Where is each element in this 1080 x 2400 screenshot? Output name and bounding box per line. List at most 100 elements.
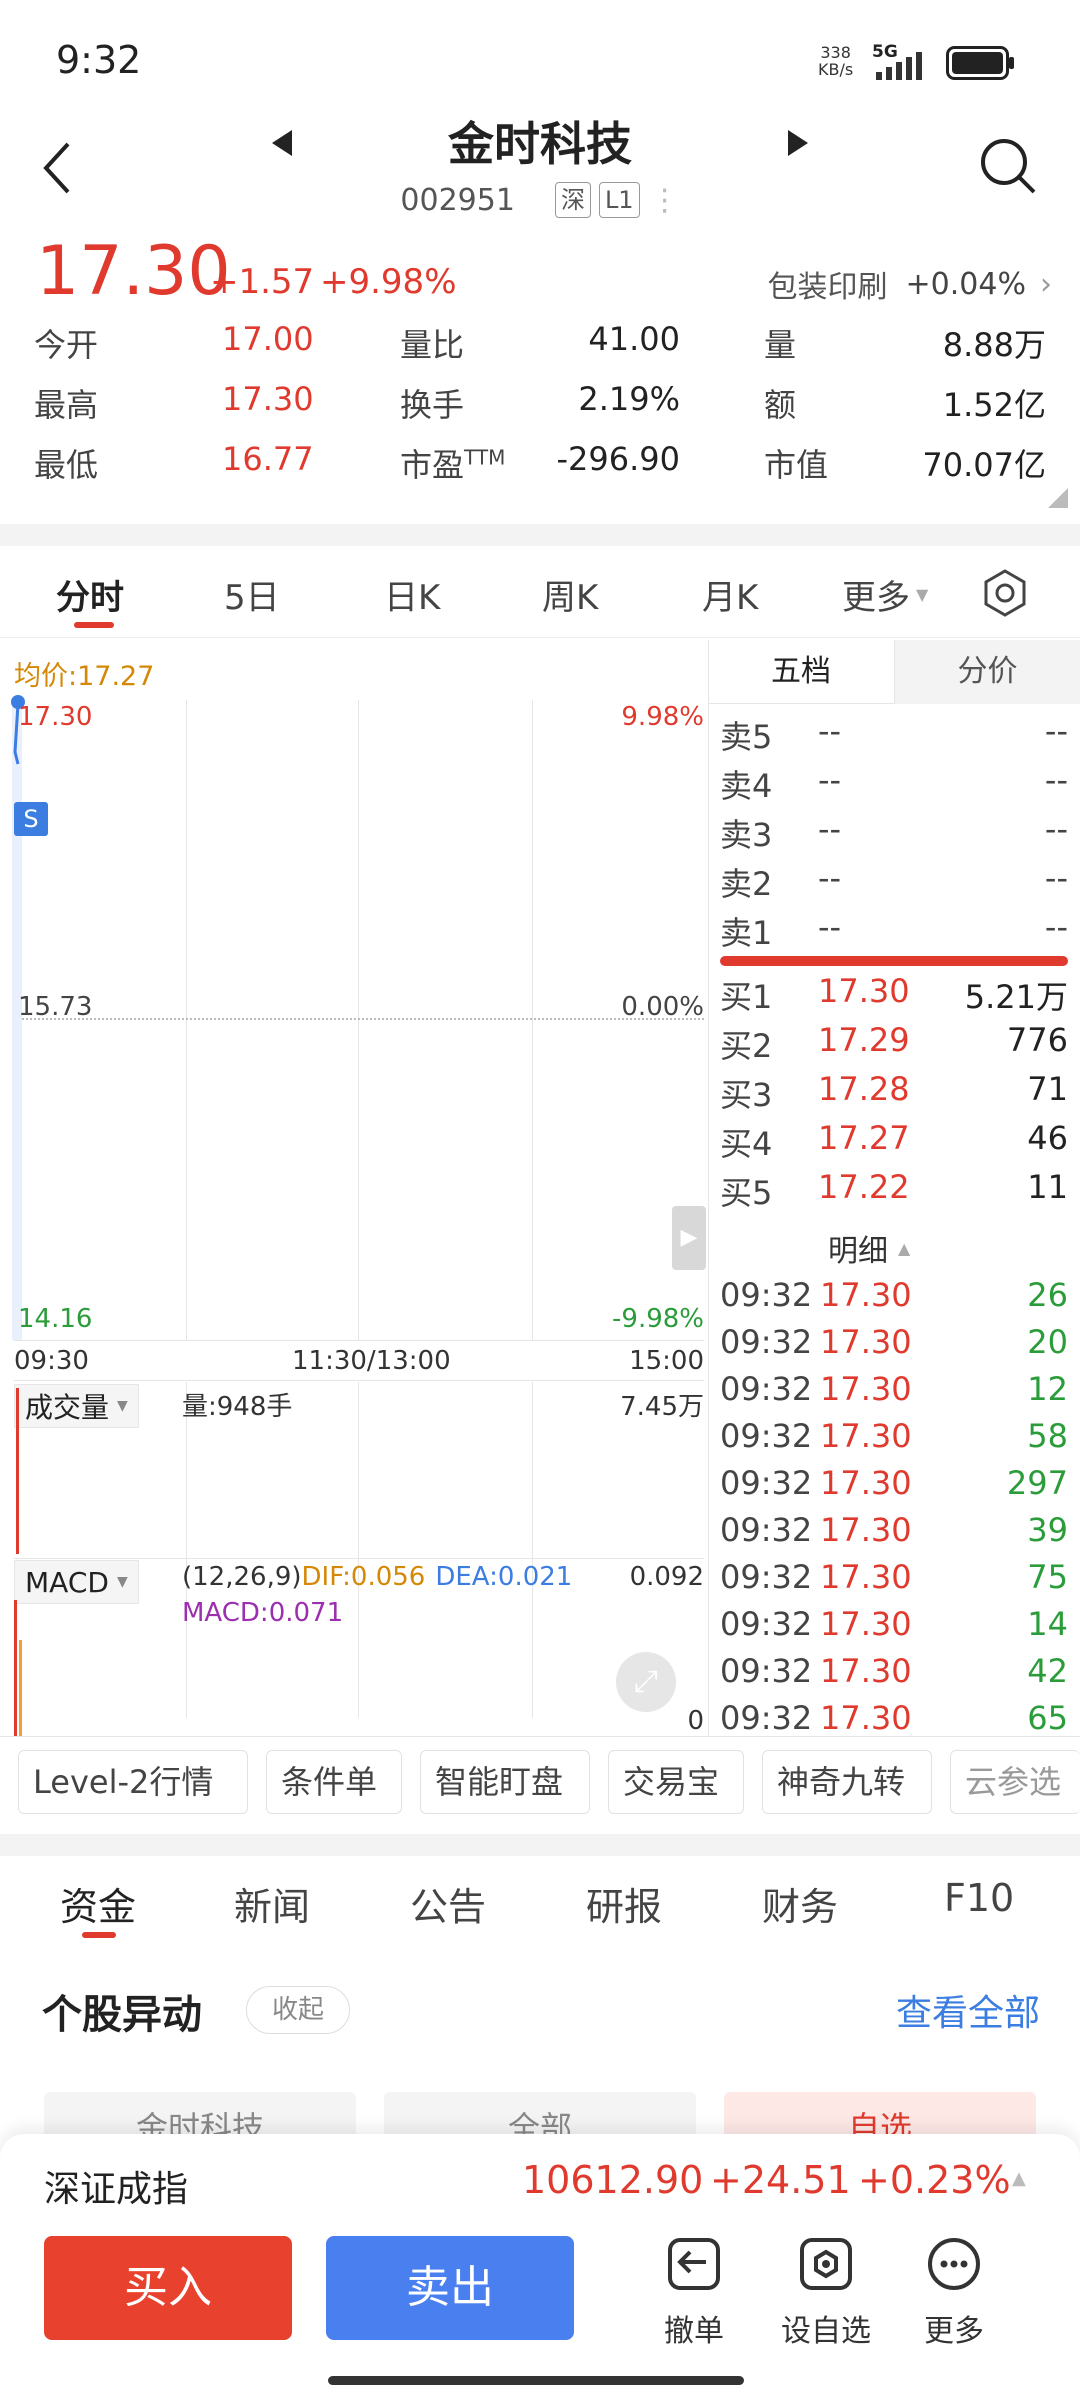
stat-label-turnover: 换手	[400, 386, 465, 424]
subtab-announcements[interactable]: 公告	[410, 1876, 486, 1931]
ask-row-volume: --	[1044, 908, 1068, 946]
collapse-panel-icon[interactable]: ▶	[672, 1206, 706, 1270]
volume-indicator-select[interactable]: 成交量 ▼	[14, 1384, 139, 1428]
intraday-chart[interactable]: S 均价:17.27 17.30 9.98% 15.73 0.00% 14.16…	[0, 640, 708, 1736]
net-speed: 338 KB/s	[818, 44, 853, 78]
grid-v	[532, 700, 533, 1340]
tab-daily-k[interactable]: 日K	[384, 570, 440, 619]
price-change-pct: +9.98%	[320, 262, 457, 302]
ask-row-volume: --	[1044, 712, 1068, 750]
grid-h	[14, 1340, 704, 1341]
ask-row-label: 卖2	[720, 865, 773, 903]
collapse-button[interactable]: 收起	[246, 1986, 350, 2034]
tick-row: 09:32 17.30 26	[720, 1276, 1070, 1320]
tab-weekly-k[interactable]: 周K	[542, 570, 598, 619]
bid-row-label: 买1	[720, 978, 773, 1016]
chart-settings-icon[interactable]	[980, 568, 1030, 618]
bid-row-volume: 71	[1027, 1070, 1068, 1108]
tab-five-levels[interactable]: 五档	[708, 640, 894, 704]
sector-name: 包装印刷	[767, 270, 888, 305]
chip-cloud-select[interactable]: 云参选	[950, 1750, 1080, 1814]
chip-trade-treasure[interactable]: 交易宝	[608, 1750, 744, 1814]
price-mid-label: 15.73	[18, 992, 93, 1022]
subtab-f10[interactable]: F10	[944, 1876, 1014, 1920]
grid-v	[186, 700, 187, 1340]
bid-row-price: 17.27	[818, 1119, 910, 1157]
price-low-label: 14.16	[18, 1304, 93, 1334]
bid-row-label: 买3	[720, 1076, 773, 1114]
subtab-research[interactable]: 研报	[586, 1876, 662, 1931]
tick-row: 09:32 17.30 58	[720, 1417, 1070, 1461]
expand-corner-icon[interactable]	[1048, 488, 1068, 508]
tick-time: 09:32	[720, 1699, 813, 1737]
sell-signal-marker[interactable]: S	[14, 802, 48, 836]
tick-time: 09:32	[720, 1276, 813, 1314]
tab-intraday[interactable]: 分时	[56, 570, 124, 619]
tick-price: 17.30	[820, 1417, 912, 1455]
tick-price: 17.30	[820, 1652, 912, 1690]
tick-price: 17.30	[820, 1511, 912, 1549]
view-all-link[interactable]: 查看全部	[896, 1984, 1040, 2036]
sell-button[interactable]: 卖出	[326, 2236, 574, 2340]
stat-value-pe: -296.90	[556, 440, 680, 478]
macd-indicator-select[interactable]: MACD ▼	[14, 1560, 139, 1604]
tick-vol: 297	[1006, 1464, 1068, 1502]
subtab-finance[interactable]: 财务	[762, 1876, 838, 1931]
cancel-order-button[interactable]: 撤单	[644, 2236, 744, 2350]
macd-params: (12,26,9)	[182, 1562, 302, 1592]
sector-pct: +0.04%	[905, 266, 1026, 302]
dropdown-icon: ▼	[916, 585, 929, 604]
bid-row-price: 17.30	[818, 972, 910, 1010]
bid-row-price: 17.29	[818, 1021, 910, 1059]
home-indicator[interactable]	[328, 2376, 744, 2385]
exchange-tag: 深	[554, 182, 591, 218]
chip-level2[interactable]: Level-2行情	[18, 1750, 248, 1814]
macd-bar	[14, 1600, 17, 1736]
tick-vol: 39	[1027, 1511, 1068, 1549]
tab-5day[interactable]: 5日	[224, 570, 280, 619]
bid-row-price: 17.22	[818, 1168, 910, 1206]
buy-button[interactable]: 买入	[44, 2236, 292, 2340]
ask-row-label: 卖3	[720, 816, 773, 854]
stat-label-pe-text: 市盈	[400, 446, 465, 484]
prev-close-line	[14, 1018, 704, 1020]
chip-conditional-order[interactable]: 条件单	[266, 1750, 402, 1814]
cancel-order-icon	[668, 2238, 720, 2290]
divider	[708, 640, 709, 1736]
tick-time: 09:32	[720, 1417, 813, 1455]
orderbook-tabs: 五档 分价	[708, 640, 1080, 704]
index-ticker[interactable]: 深证成指 10612.90 +24.51 +0.23% ▲	[0, 2150, 1080, 2214]
volume-label: 成交量	[25, 1391, 110, 1424]
ask-row: 卖2 -- --	[720, 859, 1070, 903]
sector-link[interactable]: 包装印刷 +0.04% ›	[768, 262, 1052, 306]
chevron-right-icon: ›	[1040, 266, 1052, 302]
status-time: 9:32	[56, 38, 142, 82]
add-watchlist-button[interactable]: 设自选	[772, 2236, 880, 2350]
tick-time: 09:32	[720, 1605, 813, 1643]
grid-h	[14, 1558, 704, 1559]
more-button[interactable]: 更多	[904, 2236, 1004, 2350]
tick-vol: 26	[1027, 1276, 1068, 1314]
divider	[0, 1736, 1080, 1737]
tick-row: 09:32 17.30 75	[720, 1558, 1070, 1602]
macd-dif: DIF:0.056	[301, 1562, 426, 1592]
chip-smart-watch[interactable]: 智能盯盘	[420, 1750, 590, 1814]
tab-active-indicator	[74, 622, 114, 628]
subtab-news[interactable]: 新闻	[234, 1876, 310, 1931]
stat-value-amount: 1.52亿	[942, 386, 1046, 424]
ask-row-price: --	[818, 712, 842, 750]
chip-magic-nine[interactable]: 神奇九转	[762, 1750, 932, 1814]
more-dots-icon[interactable]: ⋮	[650, 183, 680, 218]
next-stock-icon[interactable]	[784, 128, 812, 158]
tab-monthly-k[interactable]: 月K	[702, 570, 758, 619]
tab-more-label: 更多	[842, 578, 910, 618]
tab-more[interactable]: 更多 ▼	[842, 570, 928, 619]
detail-header[interactable]: 明细 ▲	[828, 1226, 910, 1270]
more-icon	[928, 2238, 980, 2290]
tab-price-dist[interactable]: 分价	[894, 640, 1080, 704]
tick-vol: 12	[1027, 1370, 1068, 1408]
fullscreen-icon[interactable]: ⤢	[616, 1652, 676, 1712]
tick-vol: 42	[1027, 1652, 1068, 1690]
subtab-funds[interactable]: 资金	[60, 1876, 136, 1931]
detail-label: 明细	[828, 1234, 888, 1269]
